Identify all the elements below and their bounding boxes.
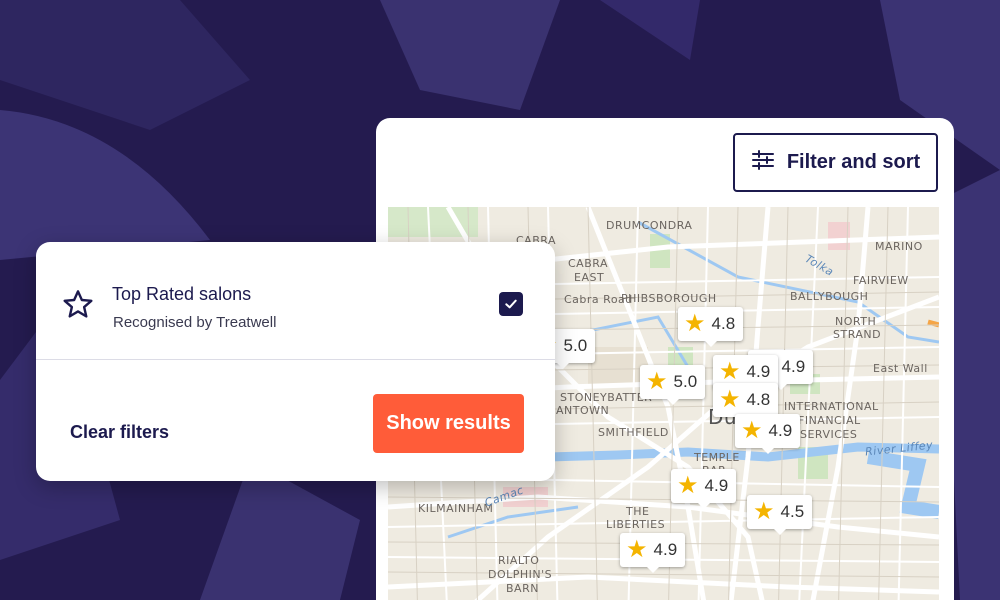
rating-value: 4.8 [711,314,736,333]
rating-pin[interactable]: ★ 4.9 [735,414,801,454]
map-label-cabra: CABRA [568,257,608,270]
rating-pin[interactable]: ★ 5.0 [640,365,706,405]
filter-button-label: Filter and sort [786,151,921,173]
map-label-ballybough: BALLYBOUGH [790,290,869,303]
map-label-international: INTERNATIONAL [784,400,879,413]
map-label-cabra-east: EAST [574,271,605,284]
rating-pin[interactable]: ★ 4.9 [620,533,686,573]
map-label-strand: STRAND [833,328,882,341]
star-icon: ★ [677,472,699,499]
map-label-dolphins: DOLPHIN'S [488,568,553,581]
star-icon: ★ [646,368,668,395]
map-label-smithfield: SMITHFIELD [598,426,669,439]
rating-pin[interactable]: ★ 4.8 [713,383,779,423]
option-title: Top Rated salons [112,284,252,304]
star-icon: ★ [626,536,648,563]
map-label-drumcondra: DRUMCONDRA [606,219,693,232]
sliders-icon [751,148,775,178]
filter-and-sort-button[interactable]: Filter and sort [733,133,938,192]
rating-pin[interactable]: ★ 4.9 [671,469,737,509]
map-label-the: THE [626,505,650,518]
clear-filters-link[interactable]: Clear filters [70,422,169,443]
map-label-phibsborough: PHIBSBOROUGH [621,292,717,305]
star-icon: ★ [753,498,775,525]
map-label-rialto: RIALTO [498,554,540,567]
star-icon: ★ [719,386,741,413]
map-label-east-wall: East Wall [873,362,928,375]
rating-value: 4.5 [780,502,805,521]
rating-pin[interactable]: ★ 4.8 [678,307,744,347]
map-label-barn: BARN [506,582,539,595]
rating-value: 4.9 [704,476,729,495]
star-outline-icon [62,288,94,320]
map-label-antown: ANTOWN [556,404,610,417]
map-label-marino: MARINO [875,240,923,253]
map-label-liberties: LIBERTIES [606,518,666,531]
rating-value: 4.9 [768,421,793,440]
rating-pin[interactable]: ★ 4.5 [747,495,813,535]
filter-panel: Top Rated salons Recognised by Treatwell… [36,242,555,481]
option-subtitle: Recognised by Treatwell [113,314,277,331]
map-label-financial: FINANCIAL [798,414,861,427]
rating-value: 5.0 [563,336,588,355]
rating-value: 4.9 [746,362,771,381]
star-icon: ★ [684,310,706,337]
map-label-stoneybatter: STONEYBATTER [560,391,653,404]
top-rated-option[interactable]: Top Rated salons Recognised by Treatwell [36,242,555,360]
show-results-button[interactable]: Show results [373,394,524,453]
map-label-north: NORTH [835,315,877,328]
map-label-kilmainham: KILMAINHAM [418,502,494,515]
rating-value: 4.9 [653,540,678,559]
rating-value: 4.9 [781,357,806,376]
star-icon: ★ [719,358,741,385]
map-label-fairview: FAIRVIEW [853,274,909,287]
rating-value: 5.0 [673,372,698,391]
star-icon: ★ [741,417,763,444]
map-label-services: SERVICES [800,428,858,441]
top-rated-checkbox[interactable] [499,292,523,316]
checkmark-icon [505,299,517,309]
map-label-temple: TEMPLE [694,451,740,464]
rating-value: 4.8 [746,390,771,409]
